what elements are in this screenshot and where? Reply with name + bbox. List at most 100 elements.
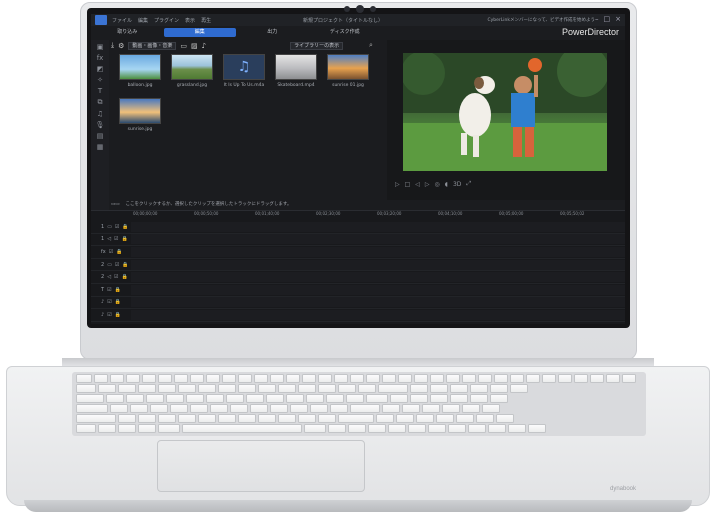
snapshot-icon[interactable]: ◎ bbox=[435, 181, 440, 188]
image-filter-icon[interactable]: ▨ bbox=[191, 42, 198, 50]
keyboard-key[interactable] bbox=[138, 424, 156, 433]
keyboard-key[interactable] bbox=[510, 384, 528, 393]
subtitle-icon[interactable]: ▦ bbox=[97, 143, 104, 151]
audio-mixer-icon[interactable]: ♫ bbox=[97, 110, 103, 118]
keyboard-key[interactable] bbox=[358, 384, 376, 393]
stop-icon[interactable]: □ bbox=[405, 181, 411, 188]
keyboard-key[interactable] bbox=[350, 374, 364, 383]
keyboard-key[interactable] bbox=[496, 414, 514, 423]
media-item[interactable]: grassland.jpg bbox=[169, 54, 215, 88]
keyboard-key[interactable] bbox=[378, 384, 408, 393]
keyboard-key[interactable] bbox=[158, 374, 172, 383]
keyboard-key[interactable] bbox=[206, 374, 220, 383]
keyboard-key[interactable] bbox=[270, 374, 284, 383]
keyboard-key[interactable] bbox=[250, 404, 268, 413]
keyboard-key[interactable] bbox=[98, 424, 116, 433]
keyboard-key[interactable] bbox=[396, 414, 414, 423]
keyboard-key[interactable] bbox=[178, 414, 196, 423]
keyboard-key[interactable] bbox=[414, 374, 428, 383]
keyboard-key[interactable] bbox=[118, 384, 136, 393]
chapter-icon[interactable]: ▤ bbox=[97, 132, 104, 140]
audio-track-icon[interactable]: ◁ bbox=[107, 274, 111, 280]
keyboard-key[interactable] bbox=[508, 424, 526, 433]
keyboard-key[interactable] bbox=[558, 374, 572, 383]
keyboard-key[interactable] bbox=[94, 374, 108, 383]
keyboard-key[interactable] bbox=[290, 404, 308, 413]
lock-icon[interactable]: 🔒 bbox=[122, 224, 128, 230]
keyboard-key[interactable] bbox=[230, 404, 248, 413]
keyboard-key[interactable] bbox=[574, 374, 588, 383]
keyboard-key[interactable] bbox=[428, 424, 446, 433]
keyboard-key[interactable] bbox=[430, 374, 444, 383]
library-view-dropdown[interactable]: ライブラリーの表示 bbox=[290, 41, 344, 50]
keyboard-key[interactable] bbox=[76, 424, 96, 433]
keyboard-key[interactable] bbox=[408, 424, 426, 433]
keyboard-key[interactable] bbox=[298, 384, 316, 393]
keyboard-key[interactable] bbox=[388, 424, 406, 433]
video-filter-icon[interactable]: ▭ bbox=[180, 42, 187, 50]
keyboard-key[interactable] bbox=[490, 384, 508, 393]
keyboard-key[interactable] bbox=[126, 394, 144, 403]
checkbox-icon[interactable]: ☑ bbox=[115, 224, 119, 230]
keyboard-key[interactable] bbox=[138, 384, 156, 393]
media-item[interactable]: Skateboard.mp4 bbox=[273, 54, 319, 88]
keyboard-key[interactable] bbox=[146, 394, 164, 403]
voice-over-icon[interactable]: 🎙 bbox=[96, 121, 105, 129]
lock-icon[interactable]: 🔒 bbox=[115, 312, 121, 318]
keyboard-key[interactable] bbox=[170, 404, 188, 413]
keyboard-key[interactable] bbox=[286, 394, 304, 403]
keyboard-key[interactable] bbox=[366, 374, 380, 383]
audio-track-icon[interactable]: ◁ bbox=[107, 236, 111, 242]
keyboard-key[interactable] bbox=[258, 384, 276, 393]
menu-file[interactable]: ファイル bbox=[109, 17, 135, 24]
keyboard-key[interactable] bbox=[198, 384, 216, 393]
lock-icon[interactable]: 🔒 bbox=[122, 274, 128, 280]
keyboard-key[interactable] bbox=[318, 384, 336, 393]
storyboard-icon[interactable]: ▭▭ bbox=[111, 202, 120, 207]
keyboard-key[interactable] bbox=[328, 424, 346, 433]
keyboard-key[interactable] bbox=[422, 404, 440, 413]
keyboard-key[interactable] bbox=[258, 414, 276, 423]
media-filter-dropdown[interactable]: 動画・画像・音楽 bbox=[128, 41, 177, 50]
plugins-icon[interactable]: ⚙ bbox=[118, 42, 124, 50]
keyboard-key[interactable] bbox=[334, 374, 348, 383]
keyboard-key[interactable] bbox=[410, 384, 428, 393]
keyboard-key[interactable] bbox=[76, 414, 116, 423]
next-frame-icon[interactable]: ▷ bbox=[425, 181, 430, 188]
keyboard-key[interactable] bbox=[178, 384, 196, 393]
keyboard-key[interactable] bbox=[376, 414, 394, 423]
media-room-icon[interactable]: ▣ bbox=[97, 43, 104, 51]
undock-icon[interactable]: ⤢ bbox=[466, 180, 471, 188]
keyboard-key[interactable] bbox=[542, 374, 556, 383]
keyboard-key[interactable] bbox=[110, 374, 124, 383]
keyboard-key[interactable] bbox=[462, 374, 476, 383]
touchpad[interactable] bbox=[157, 440, 365, 492]
keyboard-key[interactable] bbox=[98, 384, 116, 393]
track-lane[interactable] bbox=[131, 284, 625, 295]
keyboard-key[interactable] bbox=[298, 414, 316, 423]
keyboard-key[interactable] bbox=[238, 374, 252, 383]
keyboard-key[interactable] bbox=[190, 374, 204, 383]
video-track-icon[interactable]: ▭ bbox=[107, 224, 112, 230]
keyboard-key[interactable] bbox=[348, 424, 366, 433]
menu-plugin[interactable]: プラグイン bbox=[151, 17, 182, 24]
keyboard-key[interactable] bbox=[338, 384, 356, 393]
keyboard-key[interactable] bbox=[222, 374, 236, 383]
checkbox-icon[interactable]: ☑ bbox=[114, 274, 118, 280]
keyboard-key[interactable] bbox=[410, 394, 428, 403]
keyboard-key[interactable] bbox=[278, 384, 296, 393]
keyboard-key[interactable] bbox=[442, 404, 460, 413]
keyboard-key[interactable] bbox=[346, 394, 364, 403]
pip-room-icon[interactable]: ◩ bbox=[97, 65, 104, 73]
lock-icon[interactable]: 🔒 bbox=[115, 299, 121, 305]
particle-room-icon[interactable]: ✧ bbox=[97, 76, 103, 84]
tab-capture[interactable]: 取り込み bbox=[91, 28, 164, 37]
keyboard-key[interactable] bbox=[110, 404, 128, 413]
keyboard-key[interactable] bbox=[226, 394, 244, 403]
keyboard-key[interactable] bbox=[318, 374, 332, 383]
lock-icon[interactable]: 🔒 bbox=[122, 262, 128, 268]
keyboard-key[interactable] bbox=[350, 404, 380, 413]
keyboard-key[interactable] bbox=[198, 414, 216, 423]
keyboard-key[interactable] bbox=[338, 414, 374, 423]
keyboard-key[interactable] bbox=[494, 374, 508, 383]
